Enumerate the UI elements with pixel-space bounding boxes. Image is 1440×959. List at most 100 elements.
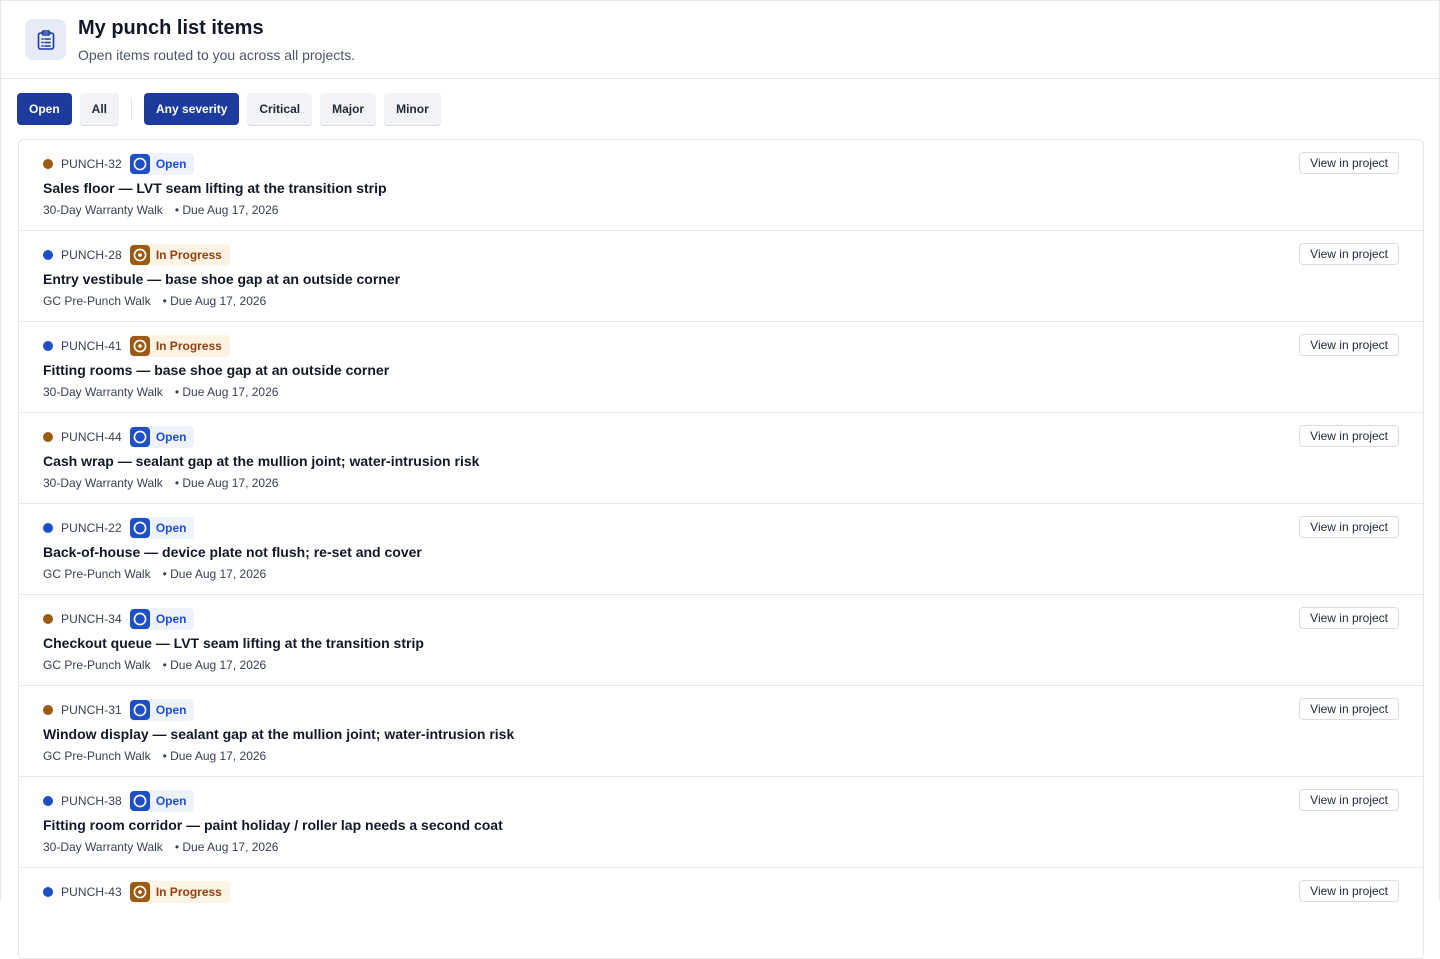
- view-in-project-button[interactable]: View in project: [1299, 789, 1399, 811]
- punch-item-row: PUNCH-31 Open Window display — sealant gap…: [19, 686, 1423, 777]
- item-id: PUNCH-43: [61, 885, 122, 899]
- item-id: PUNCH-22: [61, 521, 122, 535]
- view-in-project-button[interactable]: View in project: [1299, 152, 1399, 174]
- item-due-date: • Due Aug 17, 2026: [162, 567, 267, 581]
- item-walk: 30-Day Warranty Walk: [43, 840, 163, 854]
- page-header: My punch list items Open items routed to…: [1, 1, 1439, 79]
- severity-dot: [43, 250, 53, 260]
- status-badge: In Progress: [129, 335, 230, 357]
- punch-item-row: PUNCH-41 In Progress Fitting rooms — base …: [19, 322, 1423, 413]
- item-title: Back-of-house — device plate not flush; …: [43, 544, 422, 560]
- item-id: PUNCH-34: [61, 612, 122, 626]
- status-open-icon: [129, 700, 150, 720]
- item-meta: 30-Day Warranty Walk • Due Aug 17, 2026: [43, 385, 1399, 399]
- status-open-icon: [129, 609, 150, 629]
- item-id: PUNCH-32: [61, 157, 122, 171]
- status-badge: In Progress: [129, 244, 230, 266]
- status-badge: Open: [129, 517, 195, 539]
- item-id: PUNCH-31: [61, 703, 122, 717]
- row-header: PUNCH-31 Open: [43, 699, 1399, 721]
- item-meta: 30-Day Warranty Walk • Due Aug 17, 2026: [43, 203, 1399, 217]
- filter-bar: Open All Any severity Critical Major Min…: [1, 79, 1439, 139]
- item-meta: 30-Day Warranty Walk • Due Aug 17, 2026: [43, 476, 1399, 490]
- status-label: Open: [155, 794, 187, 808]
- punch-item-row: PUNCH-22 Open Back-of-house — device plate…: [19, 504, 1423, 595]
- item-walk: 30-Day Warranty Walk: [43, 203, 163, 217]
- item-meta: GC Pre-Punch Walk • Due Aug 17, 2026: [43, 658, 1399, 672]
- punch-item-row: PUNCH-32 Open Sales floor — LVT seam lifti…: [19, 140, 1423, 231]
- view-in-project-button[interactable]: View in project: [1299, 334, 1399, 356]
- filter-major[interactable]: Major: [320, 93, 377, 125]
- item-due-date: • Due Aug 17, 2026: [174, 476, 279, 490]
- row-header: PUNCH-41 In Progress: [43, 335, 1399, 357]
- row-header: PUNCH-22 Open: [43, 517, 1399, 539]
- status-badge: Open: [129, 790, 195, 812]
- status-in-progress-icon: [129, 882, 150, 902]
- item-meta: 30-Day Warranty Walk • Due Aug 17, 2026: [43, 840, 1399, 854]
- item-title: Checkout queue — LVT seam lifting at the…: [43, 635, 424, 651]
- severity-dot: [43, 887, 53, 897]
- severity-dot: [43, 432, 53, 442]
- item-title: Window display — sealant gap at the mull…: [43, 726, 515, 742]
- view-in-project-button[interactable]: View in project: [1299, 425, 1399, 447]
- severity-dot: [43, 523, 53, 533]
- filter-minor[interactable]: Minor: [384, 93, 441, 125]
- punch-item-row: PUNCH-38 Open Fitting room corridor — pain…: [19, 777, 1423, 868]
- severity-dot: [43, 159, 53, 169]
- row-header: PUNCH-43 In Progress: [43, 881, 1399, 903]
- row-header: PUNCH-28 In Progress: [43, 244, 1399, 266]
- item-due-date: • Due Aug 17, 2026: [174, 840, 279, 854]
- punch-item-row: PUNCH-34 Open Checkout queue — LVT seam li…: [19, 595, 1423, 686]
- filter-all[interactable]: All: [79, 93, 120, 125]
- punch-item-row: PUNCH-43 In Progress View in project: [19, 868, 1423, 959]
- status-open-icon: [129, 427, 150, 447]
- item-walk: GC Pre-Punch Walk: [43, 749, 151, 763]
- filter-any-severity[interactable]: Any severity: [144, 93, 240, 125]
- item-meta: GC Pre-Punch Walk • Due Aug 17, 2026: [43, 749, 1399, 763]
- item-title: Cash wrap — sealant gap at the mullion j…: [43, 453, 480, 469]
- view-in-project-button[interactable]: View in project: [1299, 243, 1399, 265]
- item-due-date: • Due Aug 17, 2026: [162, 749, 267, 763]
- status-badge: Open: [129, 153, 195, 175]
- page-subtitle: Open items routed to you across all proj…: [78, 47, 356, 63]
- status-in-progress-icon: [129, 245, 150, 265]
- view-in-project-button[interactable]: View in project: [1299, 607, 1399, 629]
- status-label: Open: [155, 703, 187, 717]
- view-in-project-button[interactable]: View in project: [1299, 698, 1399, 720]
- severity-dot: [43, 705, 53, 715]
- item-walk: GC Pre-Punch Walk: [43, 658, 151, 672]
- punch-list: PUNCH-32 Open Sales floor — LVT seam lifti…: [18, 139, 1424, 959]
- status-open-icon: [129, 154, 150, 174]
- item-due-date: • Due Aug 17, 2026: [174, 385, 279, 399]
- item-id: PUNCH-44: [61, 430, 122, 444]
- filter-divider: [131, 98, 133, 120]
- page-frame: My punch list items Open items routed to…: [0, 0, 1440, 959]
- item-walk: GC Pre-Punch Walk: [43, 294, 151, 308]
- item-id: PUNCH-28: [61, 248, 122, 262]
- item-meta: GC Pre-Punch Walk • Due Aug 17, 2026: [43, 567, 1399, 581]
- punch-item-row: PUNCH-44 Open Cash wrap — sealant gap at t…: [19, 413, 1423, 504]
- item-title: Fitting room corridor — paint holiday / …: [43, 817, 503, 833]
- filter-critical[interactable]: Critical: [247, 93, 313, 125]
- severity-dot: [43, 796, 53, 806]
- filter-open[interactable]: Open: [17, 93, 72, 125]
- item-title: Fitting rooms — base shoe gap at an outs…: [43, 362, 390, 378]
- view-in-project-button[interactable]: View in project: [1299, 516, 1399, 538]
- item-due-date: • Due Aug 17, 2026: [174, 203, 279, 217]
- status-label: In Progress: [155, 885, 222, 899]
- status-badge: Open: [129, 426, 195, 448]
- row-header: PUNCH-44 Open: [43, 426, 1399, 448]
- status-badge: Open: [129, 608, 195, 630]
- item-walk: GC Pre-Punch Walk: [43, 567, 151, 581]
- status-label: In Progress: [155, 248, 222, 262]
- item-id: PUNCH-41: [61, 339, 122, 353]
- item-meta: GC Pre-Punch Walk • Due Aug 17, 2026: [43, 294, 1399, 308]
- clipboard-icon: [25, 19, 66, 60]
- item-due-date: • Due Aug 17, 2026: [162, 294, 267, 308]
- status-badge: Open: [129, 699, 195, 721]
- status-label: Open: [155, 612, 187, 626]
- status-label: In Progress: [155, 339, 222, 353]
- view-in-project-button[interactable]: View in project: [1299, 880, 1399, 902]
- page-title: My punch list items: [78, 17, 264, 39]
- item-title: Entry vestibule — base shoe gap at an ou…: [43, 271, 401, 287]
